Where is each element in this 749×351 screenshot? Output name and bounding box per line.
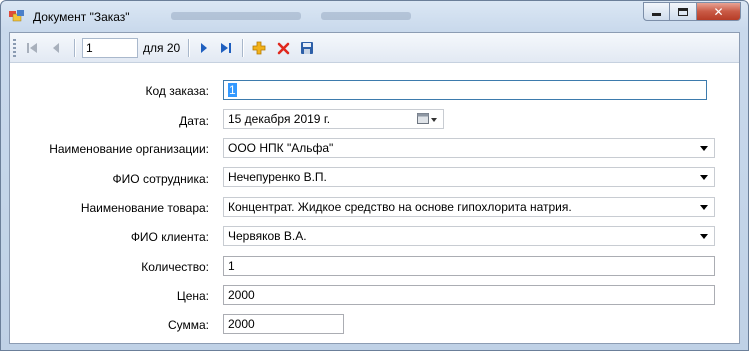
employee-combobox[interactable]: Нечепуренко В.П.	[223, 167, 715, 187]
organization-value: ООО НПК "Альфа"	[228, 141, 334, 155]
client-value: Червяков В.А.	[228, 229, 307, 243]
client-label: ФИО клиента:	[130, 230, 209, 244]
minimize-button[interactable]	[643, 2, 670, 21]
maximize-button[interactable]	[670, 2, 697, 21]
move-previous-icon[interactable]	[48, 41, 64, 55]
product-combobox[interactable]: Концентрат. Жидкое средство на основе ги…	[223, 197, 715, 217]
employee-label: ФИО сотрудника:	[112, 172, 209, 186]
form-app-icon	[9, 9, 25, 23]
order-code-value: 1	[228, 83, 237, 97]
product-value: Концентрат. Жидкое средство на основе ги…	[228, 200, 572, 214]
chevron-down-icon[interactable]	[700, 175, 708, 180]
quantity-value: 1	[228, 259, 235, 273]
toolbar-separator	[188, 39, 189, 57]
quantity-label: Количество:	[141, 260, 209, 274]
price-value: 2000	[228, 288, 255, 302]
sum-label: Сумма:	[167, 318, 209, 332]
date-picker[interactable]: 15 декабря 2019 г.	[223, 109, 444, 129]
maximize-icon	[678, 7, 688, 16]
chevron-down-icon[interactable]	[700, 234, 708, 239]
order-document-window: Документ "Заказ" ✕ для 20	[0, 0, 749, 351]
obscured-background-text	[171, 12, 301, 20]
chevron-down-icon[interactable]	[700, 146, 708, 151]
form-client-area: для 20 Код заказа: 1 Дата:	[9, 32, 740, 344]
close-button[interactable]: ✕	[697, 2, 741, 21]
organization-label: Наименование организации:	[49, 142, 209, 156]
calendar-dropdown-button[interactable]	[417, 112, 437, 127]
toolbar-separator	[242, 39, 243, 57]
toolbar-grip[interactable]	[13, 39, 16, 57]
order-code-field[interactable]: 1	[223, 80, 707, 100]
move-next-icon[interactable]	[196, 41, 212, 55]
binding-navigator: для 20	[10, 33, 739, 63]
toolbar-separator	[74, 39, 75, 57]
move-first-icon[interactable]	[24, 41, 40, 55]
add-new-icon[interactable]	[250, 41, 268, 55]
position-input[interactable]	[82, 38, 138, 58]
sum-value: 2000	[228, 317, 255, 331]
move-last-icon[interactable]	[218, 41, 234, 55]
chevron-down-icon[interactable]	[700, 205, 708, 210]
price-field[interactable]: 2000	[223, 285, 715, 305]
chevron-down-icon	[431, 117, 437, 122]
save-icon[interactable]	[298, 41, 316, 55]
order-code-label: Код заказа:	[145, 84, 209, 98]
close-icon: ✕	[713, 4, 724, 19]
calendar-icon	[417, 112, 429, 127]
quantity-field[interactable]: 1	[223, 256, 715, 276]
price-label: Цена:	[176, 289, 209, 303]
product-label: Наименование товара:	[80, 201, 209, 215]
employee-value: Нечепуренко В.П.	[228, 170, 327, 184]
obscured-background-text	[321, 12, 411, 20]
count-label: для 20	[143, 41, 181, 55]
client-combobox[interactable]: Червяков В.А.	[223, 226, 715, 246]
delete-icon[interactable]	[274, 41, 292, 55]
date-value: 15 декабря 2019 г.	[228, 112, 331, 126]
organization-combobox[interactable]: ООО НПК "Альфа"	[223, 138, 715, 158]
sum-field[interactable]: 2000	[223, 314, 344, 334]
minimize-icon	[652, 13, 661, 16]
title-bar[interactable]: Документ "Заказ" ✕	[1, 1, 748, 31]
date-label: Дата:	[179, 114, 209, 128]
window-title: Документ "Заказ"	[33, 10, 130, 24]
